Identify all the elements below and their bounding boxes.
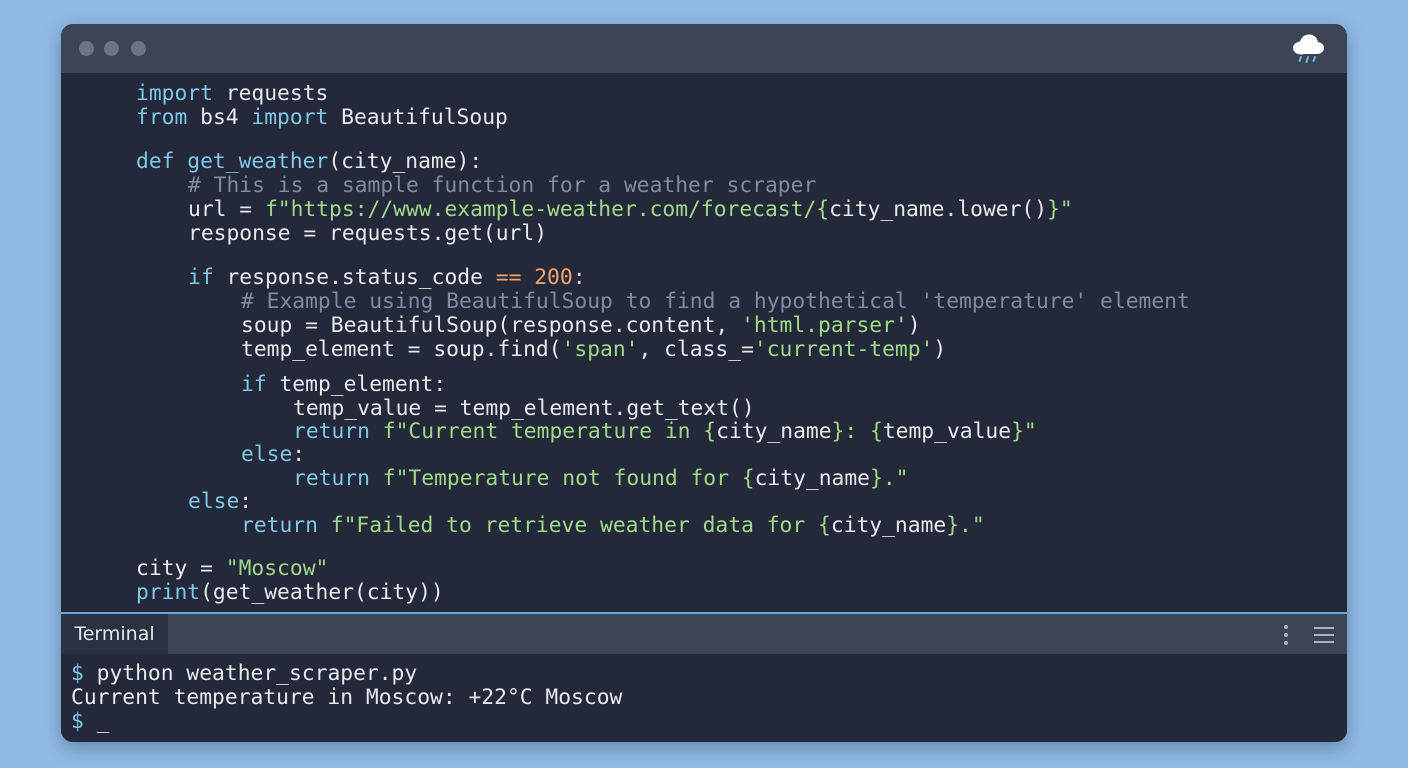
code-text: : bbox=[572, 265, 586, 290]
window-close-button[interactable] bbox=[79, 41, 94, 56]
comment: # This is a sample function for a weathe… bbox=[188, 173, 817, 198]
code-text: ) bbox=[907, 313, 921, 338]
comment: # Example using BeautifulSoup to find a … bbox=[241, 289, 1190, 314]
code-line-16: return f"Current temperature in {city_na… bbox=[293, 420, 1037, 444]
code-text: : bbox=[239, 489, 253, 514]
terminal-line-2: Current temperature in Moscow: +22°C Mos… bbox=[71, 685, 623, 710]
code-line-18: return f"Temperature not found for {city… bbox=[293, 467, 908, 491]
code-line-9: if response.status_code == 200: bbox=[188, 266, 586, 290]
string: f"Temperature not found for { bbox=[382, 466, 755, 491]
code-text: city_name.lower() bbox=[829, 197, 1048, 222]
string: 'html.parser' bbox=[741, 313, 908, 338]
string: }: { bbox=[831, 419, 883, 444]
code-line-12: temp_element = soup.find('span', class_=… bbox=[241, 338, 946, 362]
code-text: ) bbox=[933, 337, 947, 362]
keyword: return bbox=[293, 466, 370, 491]
titlebar bbox=[61, 24, 1347, 73]
string: }." bbox=[946, 513, 985, 538]
string: f"https://www.example-weather.com/foreca… bbox=[264, 197, 830, 222]
code-line-7: response = requests.get(url) bbox=[188, 222, 547, 246]
string: }" bbox=[1011, 419, 1037, 444]
code-line-6: url = f"https://www.example-weather.com/… bbox=[188, 198, 1073, 222]
code-line-15: temp_value = temp_element.get_text() bbox=[293, 397, 755, 421]
function-name: get_weather bbox=[174, 149, 329, 174]
code-line-1: import requests bbox=[136, 82, 328, 106]
terminal-output[interactable]: $ python weather_scraper.py Current temp… bbox=[61, 654, 1347, 742]
code-text: BeautifulSoup bbox=[328, 105, 508, 130]
code-text: city_name bbox=[754, 466, 871, 491]
code-text: city_name bbox=[716, 419, 832, 444]
kebab-icon[interactable] bbox=[1283, 625, 1289, 645]
keyword: return bbox=[293, 419, 370, 444]
code-line-14: if temp_element: bbox=[241, 373, 446, 397]
keyword: if bbox=[241, 372, 267, 397]
code-editor-window: import requests from bs4 import Beautifu… bbox=[61, 24, 1347, 742]
code-line-22: city = "Moscow" bbox=[136, 557, 328, 581]
prompt-symbol: $ bbox=[71, 709, 84, 734]
terminal-line-1: $ python weather_scraper.py bbox=[71, 662, 417, 686]
terminal-cursor: _ bbox=[83, 709, 110, 734]
string: 'current-temp' bbox=[753, 337, 934, 362]
string: 'span' bbox=[561, 337, 639, 362]
string: f"Current temperature in { bbox=[382, 419, 717, 444]
keyword: else bbox=[188, 489, 240, 514]
terminal-command: python weather_scraper.py bbox=[83, 661, 418, 686]
string: f"Failed to retrieve weather data for { bbox=[330, 513, 831, 538]
window-minimize-button[interactable] bbox=[104, 41, 119, 56]
code-text: temp_element: bbox=[266, 372, 447, 397]
string: }" bbox=[1047, 197, 1073, 222]
tab-terminal[interactable]: Terminal bbox=[61, 614, 168, 654]
terminal-line-3: $ _ bbox=[71, 710, 109, 734]
code-line-2: from bs4 import BeautifulSoup bbox=[136, 106, 508, 130]
code-line-19: else: bbox=[188, 490, 252, 514]
code-text: response.status_code bbox=[213, 265, 496, 290]
code-text: bs4 bbox=[187, 105, 252, 130]
code-text: temp_element = soup.find( bbox=[241, 337, 562, 362]
code-text: temp_value bbox=[882, 419, 1012, 444]
keyword: print bbox=[136, 580, 201, 605]
code-text: temp_value = temp_element.get_text() bbox=[293, 396, 755, 421]
code-line-17: else: bbox=[241, 443, 305, 467]
panel-header: Terminal bbox=[61, 614, 1347, 654]
code-text: (get_weather(city)) bbox=[200, 580, 444, 605]
code-text: city = bbox=[136, 556, 226, 581]
keyword: import bbox=[251, 105, 329, 130]
code-text: (city_name): bbox=[328, 149, 483, 174]
code-text: : bbox=[292, 442, 306, 467]
code-text: city_name bbox=[830, 513, 947, 538]
code-editor[interactable]: import requests from bs4 import Beautifu… bbox=[61, 73, 1347, 612]
code-line-23: print(get_weather(city)) bbox=[136, 581, 444, 605]
number: 200 bbox=[534, 265, 573, 290]
prompt-symbol: $ bbox=[71, 661, 84, 686]
keyword: import bbox=[136, 81, 213, 106]
code-text: soup = BeautifulSoup(response.content, bbox=[241, 313, 742, 338]
string: "Moscow" bbox=[225, 556, 329, 581]
operator: == bbox=[495, 265, 522, 290]
code-text: , class_= bbox=[638, 337, 754, 362]
keyword: def bbox=[136, 149, 175, 174]
code-line-10: # Example using BeautifulSoup to find a … bbox=[241, 290, 1190, 314]
code-line-11: soup = BeautifulSoup(response.content, '… bbox=[241, 314, 921, 338]
code-line-4: def get_weather(city_name): bbox=[136, 150, 482, 174]
code-line-5: # This is a sample function for a weathe… bbox=[188, 174, 816, 198]
code-text: url = bbox=[188, 197, 265, 222]
code-text: requests bbox=[212, 81, 329, 106]
rain-cloud-icon bbox=[1293, 34, 1324, 63]
keyword: else bbox=[241, 442, 293, 467]
code-line-20: return f"Failed to retrieve weather data… bbox=[241, 514, 985, 538]
keyword: return bbox=[241, 513, 318, 538]
window-maximize-button[interactable] bbox=[131, 41, 146, 56]
hamburger-icon[interactable] bbox=[1314, 627, 1334, 643]
code-text: response = requests.get(url) bbox=[188, 221, 548, 246]
keyword: if bbox=[188, 265, 214, 290]
string: }." bbox=[870, 466, 909, 491]
keyword: from bbox=[136, 105, 188, 130]
